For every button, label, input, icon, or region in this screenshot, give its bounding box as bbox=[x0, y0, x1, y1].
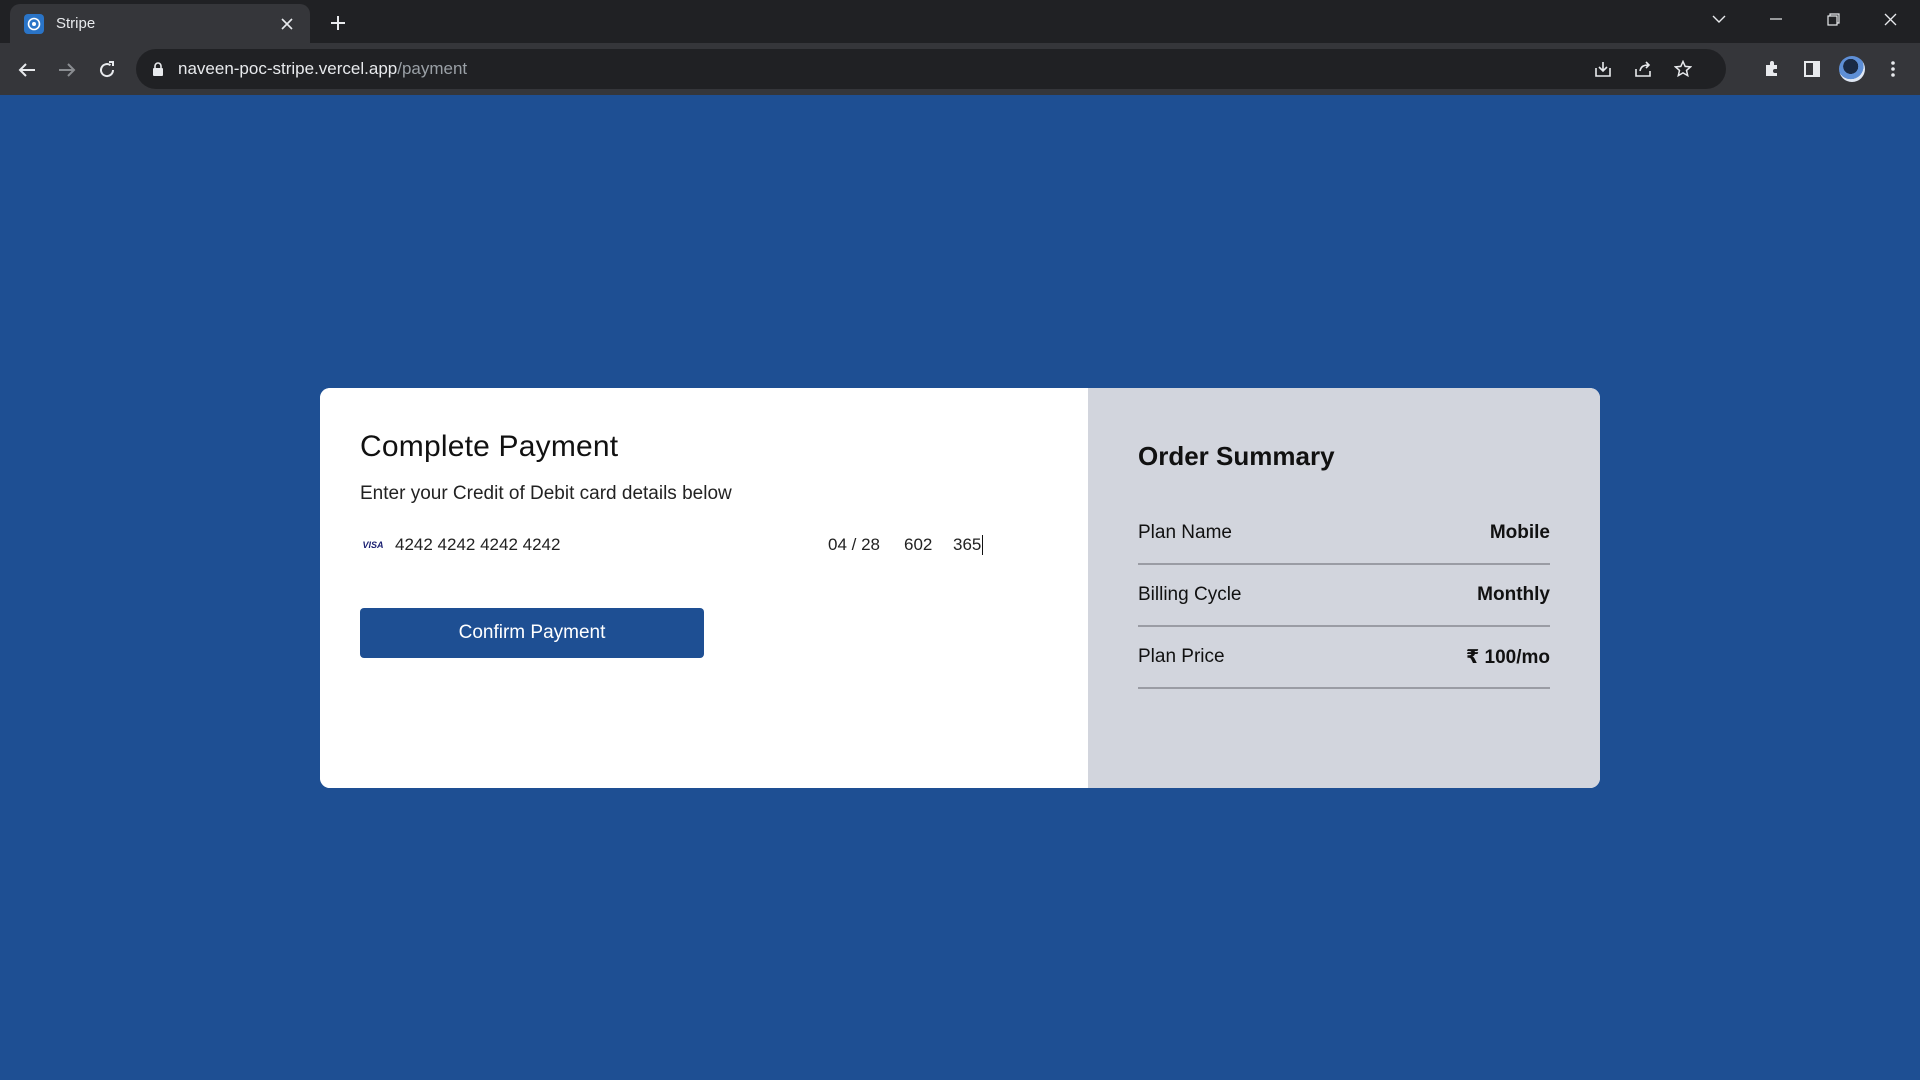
url-host: naveen-poc-stripe.vercel.app bbox=[178, 59, 398, 78]
summary-label: Billing Cycle bbox=[1138, 584, 1242, 605]
kebab-menu-icon[interactable] bbox=[1878, 54, 1908, 84]
extensions-puzzle-icon[interactable] bbox=[1757, 54, 1787, 84]
url-path: /payment bbox=[397, 59, 468, 78]
browser-toolbar: naveen-poc-stripe.vercel.app/payment bbox=[0, 43, 1920, 95]
reload-icon[interactable] bbox=[92, 55, 122, 85]
order-summary-pane: Order Summary Plan Name Mobile Billing C… bbox=[1088, 388, 1600, 788]
summary-label: Plan Price bbox=[1138, 646, 1225, 667]
install-app-icon[interactable] bbox=[1588, 54, 1618, 84]
stripe-favicon-icon bbox=[24, 13, 44, 34]
summary-row-plan-name: Plan Name Mobile bbox=[1138, 503, 1550, 565]
payment-card: Complete Payment Enter your Credit of De… bbox=[320, 388, 1600, 788]
profile-avatar[interactable] bbox=[1837, 54, 1867, 84]
summary-value: Mobile bbox=[1489, 522, 1550, 543]
tab-search-chevron-icon[interactable] bbox=[1691, 0, 1747, 38]
lock-icon bbox=[152, 62, 164, 76]
close-window-icon[interactable] bbox=[1862, 0, 1918, 38]
share-icon[interactable] bbox=[1628, 54, 1658, 84]
postal-code-value: 365 bbox=[953, 534, 982, 554]
summary-row-plan-price: Plan Price ₹ 100/mo bbox=[1138, 627, 1550, 689]
page-title: Complete Payment bbox=[360, 430, 619, 463]
confirm-payment-button[interactable]: Confirm Payment bbox=[360, 608, 704, 658]
avatar bbox=[1839, 56, 1865, 82]
text-caret bbox=[982, 535, 984, 556]
restore-icon[interactable] bbox=[1805, 0, 1861, 38]
back-arrow-icon[interactable] bbox=[12, 55, 42, 85]
summary-row-billing-cycle: Billing Cycle Monthly bbox=[1138, 565, 1550, 627]
tab-title: Stripe bbox=[56, 15, 96, 32]
minimize-icon[interactable] bbox=[1748, 0, 1804, 38]
order-summary-title: Order Summary bbox=[1138, 441, 1335, 471]
summary-value: ₹ 100/mo bbox=[1466, 646, 1550, 668]
tab-close-icon[interactable] bbox=[276, 13, 298, 35]
browser-tab[interactable]: Stripe bbox=[10, 4, 310, 43]
page-viewport: Complete Payment Enter your Credit of De… bbox=[0, 95, 1920, 1080]
card-expiry-input[interactable]: 04 / 28 bbox=[828, 535, 880, 555]
card-number-input[interactable]: 4242 4242 4242 4242 bbox=[395, 535, 560, 555]
address-bar[interactable]: naveen-poc-stripe.vercel.app/payment bbox=[136, 49, 1726, 89]
side-panel-icon[interactable] bbox=[1797, 54, 1827, 84]
payment-subtitle: Enter your Credit of Debit card details … bbox=[360, 483, 732, 504]
browser-tabstrip: Stripe bbox=[0, 0, 1920, 43]
postal-code-input[interactable]: 365 bbox=[953, 534, 984, 556]
bookmark-star-icon[interactable] bbox=[1668, 54, 1698, 84]
visa-logo-icon: VISA bbox=[362, 540, 384, 550]
card-cvc-input[interactable]: 602 bbox=[904, 535, 932, 555]
summary-label: Plan Name bbox=[1138, 522, 1232, 543]
forward-arrow-icon[interactable] bbox=[52, 55, 82, 85]
new-tab-button[interactable] bbox=[324, 9, 352, 37]
card-details-field[interactable]: VISA 4242 4242 4242 4242 04 / 28 602 365 bbox=[360, 533, 1000, 557]
summary-value: Monthly bbox=[1477, 584, 1550, 605]
payment-pane: Complete Payment Enter your Credit of De… bbox=[320, 388, 1088, 788]
